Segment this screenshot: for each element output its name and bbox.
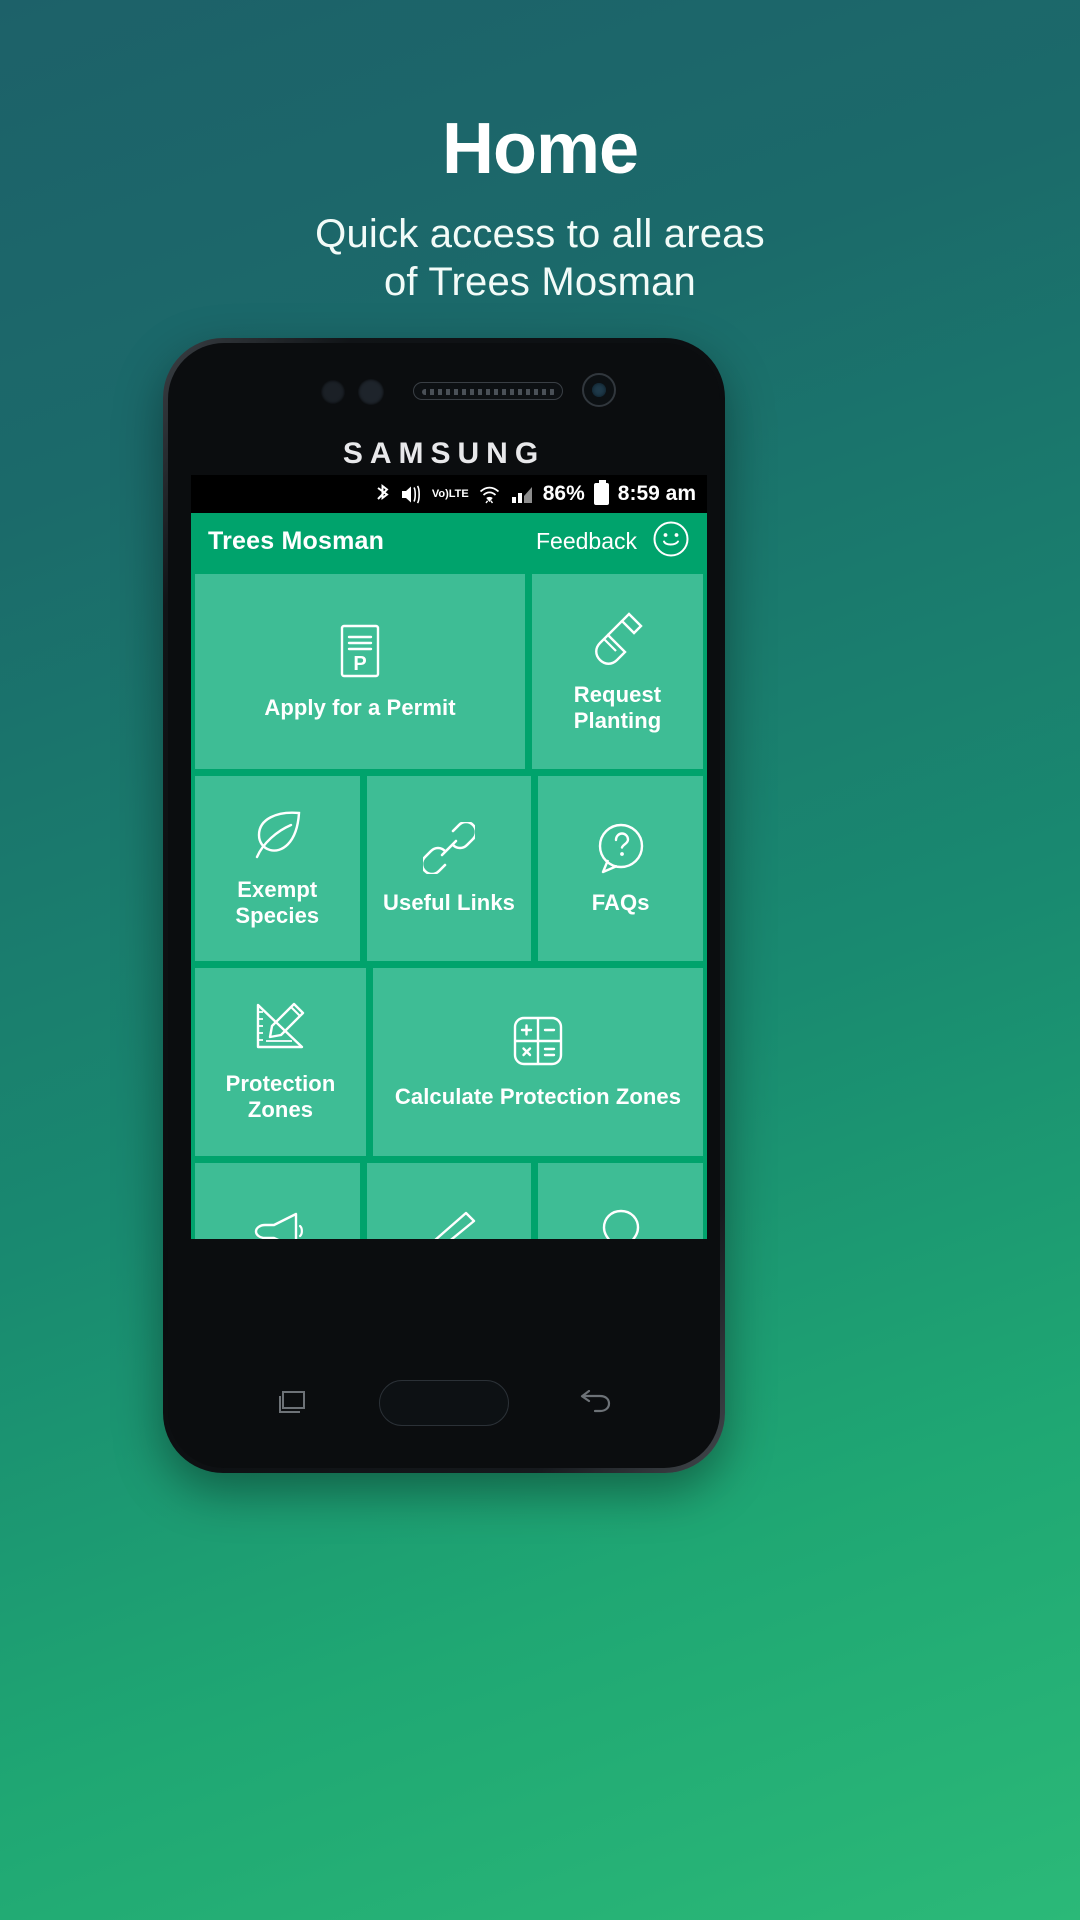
bluetooth-icon bbox=[374, 483, 391, 505]
leaf-icon bbox=[249, 809, 305, 861]
calculator-icon bbox=[511, 1014, 565, 1068]
promo-subtitle: Quick access to all areas of Trees Mosma… bbox=[0, 210, 1080, 308]
tile-faqs[interactable]: FAQs bbox=[538, 776, 704, 961]
tile-label: Request Planting bbox=[573, 681, 662, 733]
tile-label: Calculate Protection Zones bbox=[394, 1084, 682, 1110]
home-button[interactable] bbox=[379, 1380, 509, 1426]
tile-row: Protection Zones Calculate Protection Zo… bbox=[195, 968, 703, 1156]
tile-row: P Apply for a Permit Request Planting bbox=[195, 574, 703, 769]
recents-button-icon[interactable] bbox=[276, 1390, 306, 1416]
feedback-button[interactable]: Feedback bbox=[536, 528, 637, 555]
promo-subtitle-line-1: Quick access to all areas bbox=[315, 211, 765, 256]
tile-request-planting[interactable]: Request Planting bbox=[532, 574, 703, 769]
promo-subtitle-line-2: of Trees Mosman bbox=[383, 260, 696, 305]
tile-calculate-protection-zones[interactable]: Calculate Protection Zones bbox=[373, 968, 703, 1156]
tile-grid: P Apply for a Permit Request Planting Ex… bbox=[191, 570, 707, 1239]
status-bar: Vo) LTE 86% 8:59 am bbox=[191, 475, 707, 513]
page-title: Home bbox=[441, 109, 639, 189]
lightbulb-icon bbox=[598, 1208, 644, 1239]
phone-body: SAMSUNG Vo) LTE 86% 8:59 am Trees Mosman… bbox=[168, 343, 720, 1468]
light-sensor-icon bbox=[358, 379, 384, 405]
tile-label: FAQs bbox=[591, 889, 650, 915]
phone-mockup: SAMSUNG Vo) LTE 86% 8:59 am Trees Mosman… bbox=[163, 338, 725, 1473]
tile-label: Exempt Species bbox=[235, 876, 320, 928]
app-bar: Trees Mosman Feedback bbox=[191, 513, 707, 570]
megaphone-icon bbox=[248, 1210, 306, 1239]
back-button-icon[interactable] bbox=[580, 1389, 612, 1416]
tile-contact[interactable]: Contact bbox=[366, 1163, 532, 1239]
shovel-icon bbox=[591, 610, 645, 666]
proximity-sensor-icon bbox=[321, 380, 345, 404]
battery-icon bbox=[593, 480, 609, 505]
app-title: Trees Mosman bbox=[208, 527, 385, 555]
tile-label: Protection Zones bbox=[225, 1071, 336, 1122]
tile-row: Report It Contact bbox=[195, 1163, 704, 1239]
ruler-pencil-icon bbox=[253, 1001, 309, 1055]
status-bar-clock: 8:59 am bbox=[617, 482, 696, 505]
volte-icon: Vo) LTE bbox=[431, 487, 469, 500]
tile-protection-zones[interactable]: Protection Zones bbox=[195, 968, 366, 1156]
phone-screen: Vo) LTE 86% 8:59 am Trees Mosman Feedbac… bbox=[191, 475, 707, 1239]
chain-link-icon bbox=[423, 821, 475, 874]
tile-label: Apply for a Permit bbox=[264, 694, 456, 720]
volume-mute-icon bbox=[400, 484, 423, 505]
earpiece-speaker bbox=[413, 382, 563, 400]
tile-help[interactable]: Help bbox=[538, 1163, 704, 1239]
tile-report-it[interactable]: Report It bbox=[195, 1163, 360, 1239]
tile-apply-for-a-permit[interactable]: P Apply for a Permit bbox=[195, 574, 525, 769]
question-speech-bubble-icon bbox=[594, 822, 648, 874]
svg-text:P: P bbox=[353, 653, 366, 675]
front-camera-icon bbox=[582, 373, 616, 407]
cellular-signal-icon bbox=[510, 484, 534, 505]
wifi-icon bbox=[478, 484, 501, 505]
tile-label: Useful Links bbox=[383, 889, 516, 915]
document-permit-icon: P bbox=[336, 623, 384, 679]
tile-row: Exempt Species Useful Links FAQs bbox=[195, 776, 704, 961]
tile-useful-links[interactable]: Useful Links bbox=[366, 776, 532, 961]
pencil-icon bbox=[422, 1210, 476, 1239]
device-brand-label: SAMSUNG bbox=[342, 437, 546, 470]
smiley-face-icon[interactable] bbox=[652, 520, 690, 563]
tile-exempt-species[interactable]: Exempt Species bbox=[195, 776, 360, 961]
battery-percent-label: 86% bbox=[542, 482, 585, 505]
promo-header: Home Quick access to all areas of Trees … bbox=[0, 0, 1080, 307]
